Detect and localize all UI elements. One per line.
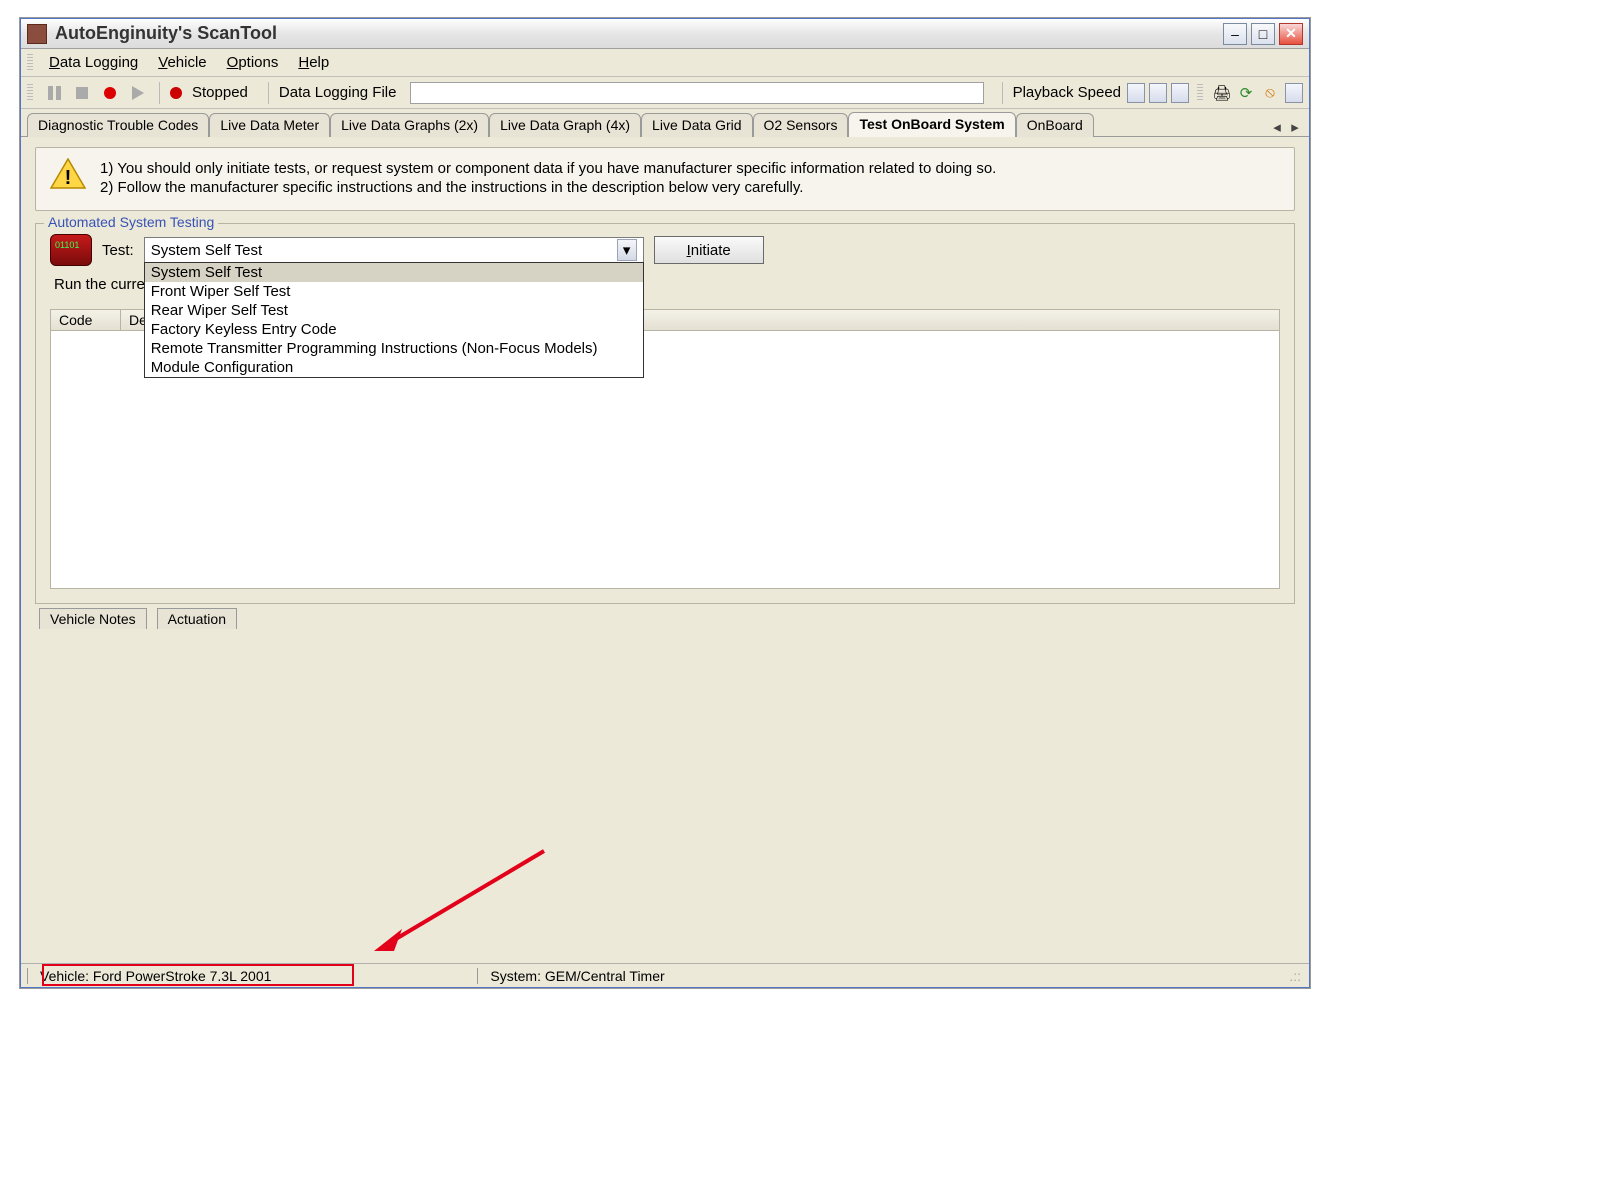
chevron-down-icon: ▾ <box>617 239 637 261</box>
tab-vehicle-notes[interactable]: Vehicle Notes <box>39 608 147 629</box>
test-select-value: System Self Test <box>151 242 262 259</box>
menu-data-logging[interactable]: Data Logging <box>41 52 146 73</box>
menu-vehicle[interactable]: Vehicle <box>150 52 214 73</box>
svg-text:!: ! <box>65 167 72 189</box>
test-select[interactable]: System Self Test ▾ <box>144 237 644 263</box>
test-option[interactable]: Remote Transmitter Programming Instructi… <box>145 339 643 358</box>
app-window: AutoEnginuity's ScanTool – □ ✕ Data Logg… <box>20 18 1310 988</box>
record-button[interactable] <box>99 82 121 104</box>
separator <box>1002 82 1003 104</box>
stop-button[interactable] <box>71 82 93 104</box>
toolbar: Stopped Data Logging File Playback Speed… <box>21 77 1309 109</box>
close-button[interactable]: ✕ <box>1279 23 1303 45</box>
warning-line-1: 1) You should only initiate tests, or re… <box>100 160 996 177</box>
menubar: Data Logging Vehicle Options Help <box>21 49 1309 77</box>
tab-o2-sensors[interactable]: O2 Sensors <box>753 113 849 137</box>
toolbar-grip-icon <box>1197 84 1203 102</box>
data-logging-file-label: Data Logging File <box>279 84 397 101</box>
chip-icon <box>50 234 92 266</box>
tab-live-data-meter[interactable]: Live Data Meter <box>209 113 330 137</box>
tab-live-data-graphs-2x[interactable]: Live Data Graphs (2x) <box>330 113 489 137</box>
status-system: System: GEM/Central Timer <box>484 968 670 984</box>
test-option[interactable]: System Self Test <box>145 263 643 282</box>
record-status-icon <box>170 87 182 99</box>
warning-panel: ! 1) You should only initiate tests, or … <box>35 147 1295 211</box>
app-icon <box>27 24 47 44</box>
playback-speed-slider[interactable] <box>1127 83 1145 103</box>
warning-icon: ! <box>50 158 86 190</box>
tab-scroll-left-icon[interactable]: ◂ <box>1269 118 1285 136</box>
statusbar: Vehicle: Ford PowerStroke 7.3L 2001 Syst… <box>21 963 1309 987</box>
separator <box>159 82 160 104</box>
tab-actuation[interactable]: Actuation <box>157 608 237 629</box>
maximize-button[interactable]: □ <box>1251 23 1275 45</box>
pause-button[interactable] <box>43 82 65 104</box>
record-status-label: Stopped <box>192 84 248 101</box>
separator <box>268 82 269 104</box>
resize-grip-icon[interactable]: .:: <box>1289 968 1305 984</box>
test-select-dropdown: System Self Test Front Wiper Self Test R… <box>144 262 644 378</box>
group-legend: Automated System Testing <box>44 214 218 230</box>
initiate-button[interactable]: Initiate <box>654 236 764 264</box>
playback-speed-slider[interactable] <box>1149 83 1167 103</box>
bottom-tabstrip: Vehicle Notes Actuation <box>35 604 1295 629</box>
column-header-code[interactable]: Code <box>51 310 121 330</box>
automated-system-testing-group: Automated System Testing Test: System Se… <box>35 223 1295 604</box>
refresh-icon[interactable]: ⟳ <box>1237 84 1255 102</box>
tab-onboard[interactable]: OnBoard <box>1016 113 1094 137</box>
play-button[interactable] <box>127 82 149 104</box>
menu-help[interactable]: Help <box>290 52 337 73</box>
window-title: AutoEnginuity's ScanTool <box>55 23 1223 44</box>
titlebar: AutoEnginuity's ScanTool – □ ✕ <box>21 19 1309 49</box>
playback-speed-label: Playback Speed <box>1013 84 1121 101</box>
tab-scroll-right-icon[interactable]: ▸ <box>1287 118 1303 136</box>
test-option[interactable]: Rear Wiper Self Test <box>145 301 643 320</box>
playback-speed-slider[interactable] <box>1171 83 1189 103</box>
toolbar-grip-icon <box>27 54 33 72</box>
tabstrip: Diagnostic Trouble Codes Live Data Meter… <box>21 109 1309 137</box>
tab-diagnostic-trouble-codes[interactable]: Diagnostic Trouble Codes <box>27 113 209 137</box>
tab-test-onboard-system[interactable]: Test OnBoard System <box>848 112 1015 137</box>
cancel-icon[interactable]: ⦸ <box>1261 84 1279 102</box>
print-icon[interactable]: 🖨 <box>1213 84 1231 102</box>
menu-options[interactable]: Options <box>219 52 287 73</box>
tab-live-data-grid[interactable]: Live Data Grid <box>641 113 752 137</box>
warning-line-2: 2) Follow the manufacturer specific inst… <box>100 179 996 196</box>
test-label: Test: <box>102 242 134 259</box>
status-vehicle: Vehicle: Ford PowerStroke 7.3L 2001 <box>34 968 277 984</box>
tab-live-data-graph-4x[interactable]: Live Data Graph (4x) <box>489 113 641 137</box>
test-option[interactable]: Factory Keyless Entry Code <box>145 320 643 339</box>
test-option[interactable]: Front Wiper Self Test <box>145 282 643 301</box>
toolbar-overflow[interactable] <box>1285 83 1303 103</box>
toolbar-grip-icon <box>27 84 33 102</box>
test-option[interactable]: Module Configuration <box>145 358 643 377</box>
content-area: ! 1) You should only initiate tests, or … <box>21 137 1309 963</box>
minimize-button[interactable]: – <box>1223 23 1247 45</box>
data-logging-file-field[interactable] <box>410 82 983 104</box>
